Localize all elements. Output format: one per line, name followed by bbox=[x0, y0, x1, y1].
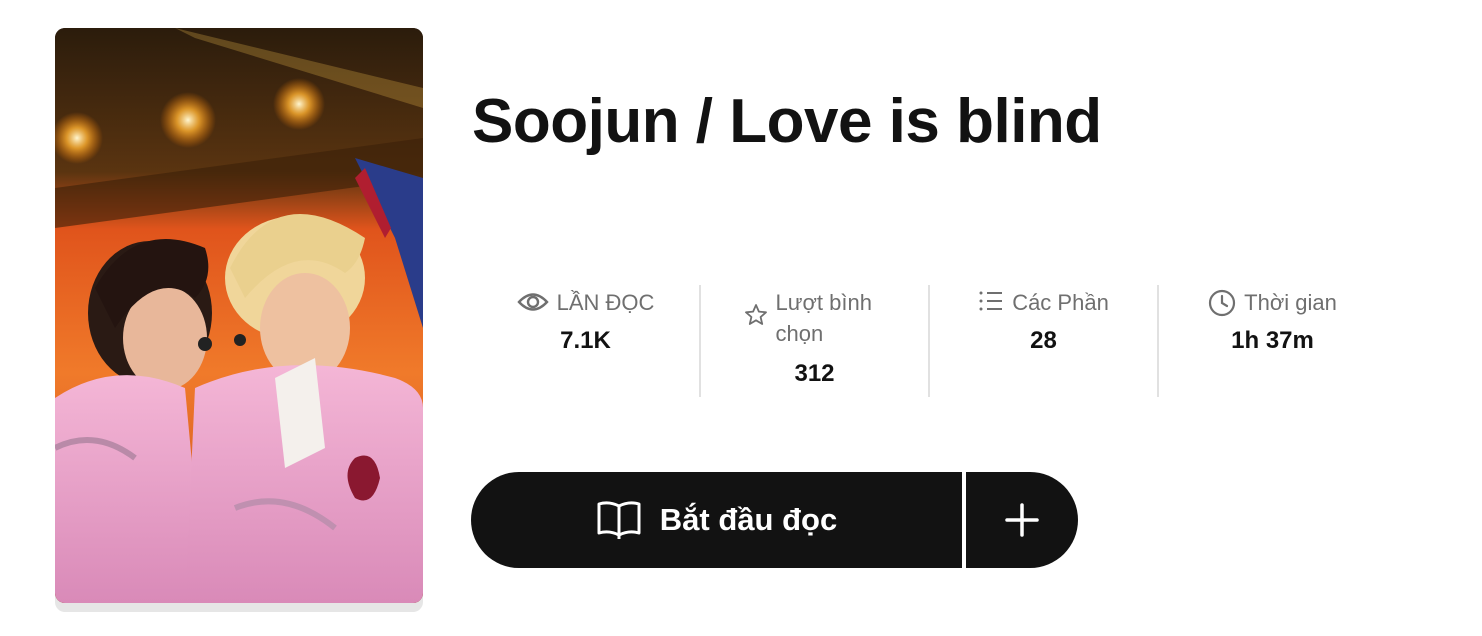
cover-illustration bbox=[55, 28, 423, 603]
open-book-icon bbox=[596, 499, 642, 541]
stat-time-header: Thời gian bbox=[1208, 287, 1337, 318]
story-actions: Bắt đầu đọc bbox=[471, 472, 1078, 568]
story-cover-image[interactable] bbox=[55, 28, 423, 603]
eye-icon bbox=[516, 289, 549, 315]
start-reading-label: Bắt đầu đọc bbox=[659, 502, 838, 537]
star-icon bbox=[744, 303, 768, 327]
story-stats: LẦN ĐỌC 7.1K Lượt bình chọn 312 Các Phần… bbox=[472, 285, 1386, 397]
story-cover-container bbox=[55, 28, 423, 612]
list-icon bbox=[978, 289, 1004, 313]
stat-reads-header: LẦN ĐỌC bbox=[516, 287, 655, 318]
stat-reads-value: 7.1K bbox=[560, 327, 611, 354]
stat-votes-value: 312 bbox=[794, 360, 835, 387]
stat-votes: Lượt bình chọn 312 bbox=[699, 285, 928, 397]
clock-icon bbox=[1208, 289, 1236, 317]
stat-votes-label: Lượt bình chọn bbox=[775, 290, 872, 346]
stat-parts-value: 28 bbox=[1030, 327, 1057, 354]
stat-time-label: Thời gian bbox=[1244, 290, 1337, 315]
stat-parts: Các Phần 28 bbox=[928, 285, 1157, 397]
stat-reads: LẦN ĐỌC 7.1K bbox=[472, 285, 699, 397]
stat-votes-header: Lượt bình chọn bbox=[744, 287, 886, 349]
add-to-library-button[interactable] bbox=[966, 472, 1078, 568]
plus-icon bbox=[1005, 503, 1039, 537]
story-title: Soojun / Love is blind bbox=[472, 87, 1102, 156]
stat-parts-label: Các Phần bbox=[1012, 290, 1109, 315]
start-reading-button[interactable]: Bắt đầu đọc bbox=[471, 472, 962, 568]
stat-parts-header: Các Phần bbox=[978, 287, 1109, 318]
stat-time-value: 1h 37m bbox=[1231, 327, 1314, 354]
stat-time: Thời gian 1h 37m bbox=[1157, 285, 1386, 397]
stat-reads-label: LẦN ĐỌC bbox=[556, 290, 655, 315]
